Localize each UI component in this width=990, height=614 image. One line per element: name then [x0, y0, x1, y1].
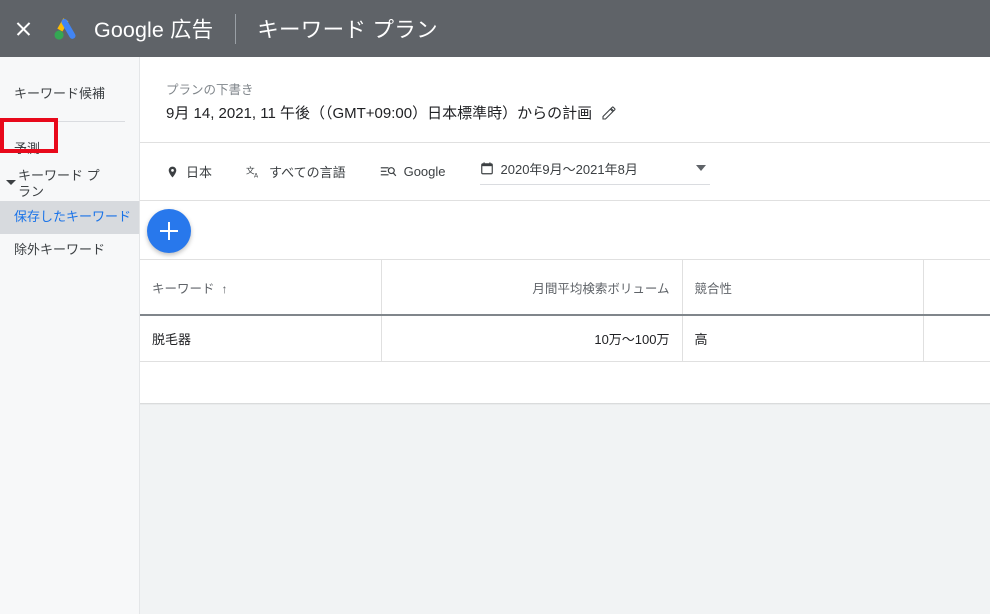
brand-name: Google 広告 [94, 18, 214, 42]
cell-volume: 10万〜100万 [381, 315, 683, 362]
sidebar-item-label: 保存したキーワード [14, 208, 132, 224]
translate-icon: 文 A [246, 164, 262, 180]
sort-ascending-icon: ↑ [221, 281, 228, 296]
filter-date-range-label: 2020年9月〜2021年8月 [500, 161, 638, 177]
filter-language-label: すべての言語 [269, 165, 346, 180]
pencil-icon[interactable] [601, 105, 617, 121]
table-row[interactable]: 脱毛器 10万〜100万 高 [140, 315, 990, 362]
sidebar-item-saved-keywords[interactable]: 保存したキーワード [0, 200, 139, 234]
svg-text:A: A [254, 172, 259, 179]
chevron-down-icon [695, 165, 706, 171]
main-content-card: プランの下書き 9月 14, 2021, 11 午後（（GMT+09:00）日本… [140, 57, 990, 403]
location-pin-icon [166, 164, 179, 180]
page-title: キーワード プラン [257, 18, 438, 42]
plan-draft-label: プランの下書き [166, 83, 254, 97]
sidebar-item-label: 除外キーワード [14, 242, 106, 258]
table-header-row: キーワード ↑ 月間平均検索ボリューム 競合性 [140, 260, 990, 316]
filter-date-range[interactable]: 2020年9月〜2021年8月 [479, 159, 710, 185]
close-icon [15, 20, 32, 37]
sidebar-item-forecast[interactable]: 予測 [0, 132, 139, 166]
card-bottom-shadow [140, 403, 990, 405]
calendar-icon [480, 161, 494, 176]
search-network-icon [380, 165, 397, 179]
sidebar-item-keyword-ideas[interactable]: キーワード候補 [0, 77, 139, 111]
column-header-extra[interactable] [923, 260, 990, 316]
column-header-keyword[interactable]: キーワード ↑ [140, 260, 382, 316]
sidebar-item-label: 予測 [14, 140, 41, 156]
filter-network[interactable]: Google [380, 164, 446, 179]
sidebar-divider [20, 121, 125, 122]
filter-network-label: Google [403, 164, 446, 179]
table-header: キーワード ↑ 月間平均検索ボリューム 競合性 [140, 260, 990, 316]
add-keyword-button[interactable] [147, 209, 191, 253]
plan-date-row: 9月 14, 2021, 11 午後（（GMT+09:00）日本標準時）からの計… [166, 102, 990, 123]
sidebar-item-label: キーワード候補 [14, 85, 106, 101]
sidebar-item-label: キーワード プラン [18, 168, 100, 200]
column-header-volume-label: 月間平均検索ボリューム [532, 281, 670, 296]
cell-competition: 高 [682, 315, 924, 362]
plan-date-text: 9月 14, 2021, 11 午後（（GMT+09:00）日本標準時）からの計… [166, 105, 593, 122]
cell-extra [923, 315, 990, 362]
filter-language[interactable]: 文 A すべての言語 [246, 162, 346, 181]
filter-bottom-divider [140, 200, 990, 201]
close-button[interactable] [0, 0, 46, 57]
chevron-down-icon [6, 180, 16, 185]
top-app-bar: Google 広告 キーワード プラン [0, 0, 990, 57]
table-body: 脱毛器 10万〜100万 高 [140, 315, 990, 362]
filter-location[interactable]: 日本 [166, 162, 212, 181]
sidebar-item-keyword-plan[interactable]: キーワード プラン [0, 166, 139, 201]
keywords-table: キーワード ↑ 月間平均検索ボリューム 競合性 脱毛器 10万〜100万 高 [140, 260, 990, 362]
cell-keyword: 脱毛器 [140, 315, 382, 362]
sidebar-item-negative-keywords[interactable]: 除外キーワード [0, 234, 139, 268]
filter-toolbar: 日本 文 A すべての言語 Google 2020年9月〜2021年8月 [140, 143, 990, 200]
column-header-volume[interactable]: 月間平均検索ボリューム [381, 260, 683, 316]
google-ads-keyword-planner-app: Google 広告 キーワード プラン キーワード候補 予測 キーワード プラン… [0, 0, 990, 614]
column-header-keyword-label: キーワード [152, 281, 215, 296]
plan-header: プランの下書き 9月 14, 2021, 11 午後（（GMT+09:00）日本… [140, 57, 990, 123]
filter-location-label: 日本 [186, 165, 213, 180]
google-ads-logo [54, 17, 76, 40]
sidebar-navigation: キーワード候補 予測 キーワード プラン 保存したキーワード 除外キーワード [0, 57, 140, 614]
column-header-competition-label: 競合性 [694, 281, 733, 296]
column-header-competition[interactable]: 競合性 [682, 260, 924, 316]
header-divider [235, 13, 237, 44]
